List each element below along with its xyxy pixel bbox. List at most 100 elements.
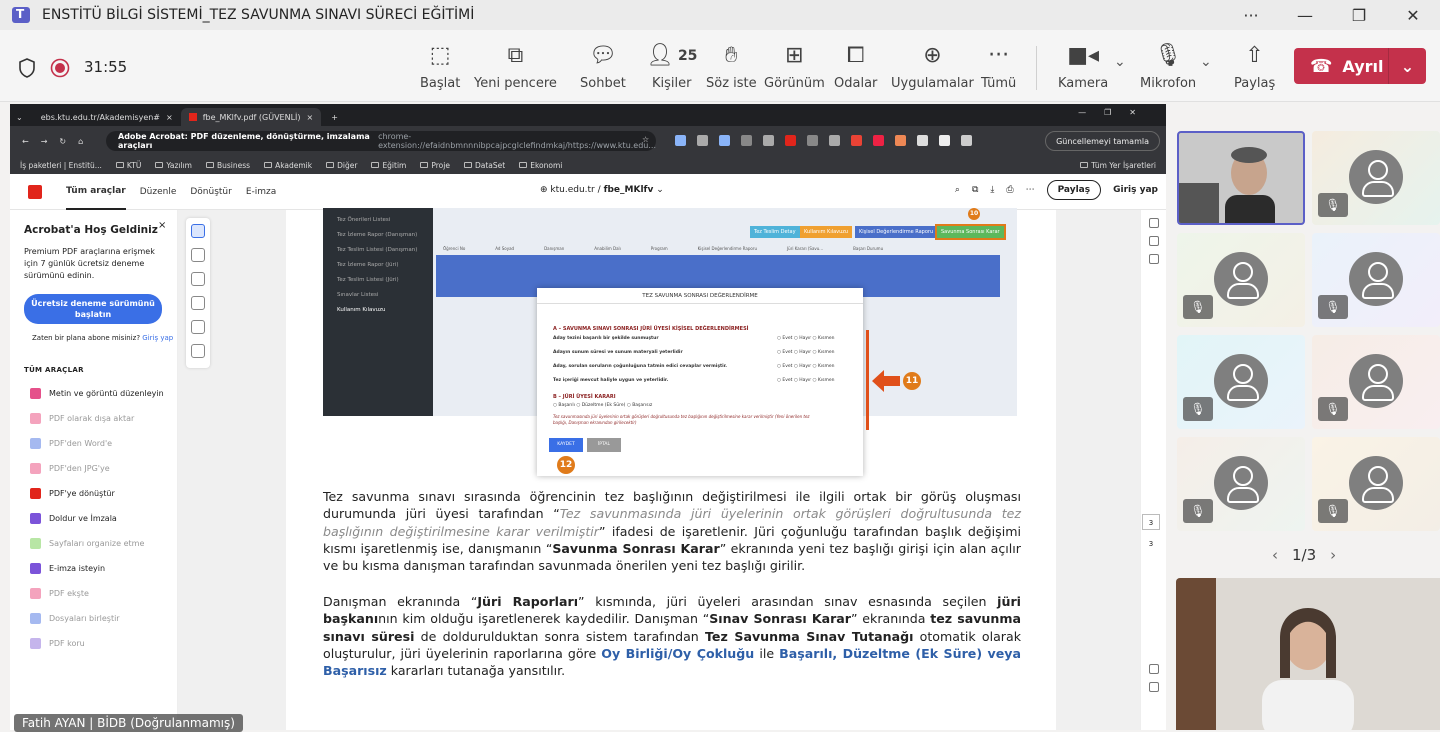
share-button[interactable]: ⇧ Paylaş <box>1234 42 1275 91</box>
download-icon[interactable]: ⤓ <box>990 185 994 195</box>
tool-compress-pdf[interactable]: PDF ekşte <box>30 588 89 599</box>
tab-esign[interactable]: E-imza <box>246 174 276 210</box>
sign-in-link[interactable]: Giriş yap <box>1113 185 1158 195</box>
extension-icons[interactable] <box>675 135 972 146</box>
tool-edit-text[interactable]: Metin ve görüntü düzenleyin <box>30 388 164 399</box>
close-button[interactable]: ✕ <box>1386 0 1440 30</box>
leave-options-chevron-icon[interactable]: ⌄ <box>1388 48 1426 84</box>
omnibox[interactable]: Adobe Acrobat: PDF düzenleme, dönüştürme… <box>106 131 656 151</box>
zoom-out-icon[interactable] <box>1148 682 1159 692</box>
more-button[interactable]: ··· Tümü <box>981 42 1016 91</box>
bookmark-star-icon[interactable]: ☆ <box>642 135 649 144</box>
bookmark-folder[interactable]: Proje <box>420 161 450 170</box>
bookmark-folder[interactable]: DataSet <box>463 161 505 170</box>
tool-pdf-to-jpg[interactable]: PDF'den JPG'ye <box>30 463 110 474</box>
tool-combine-files[interactable]: Dosyaları birleştir <box>30 613 120 624</box>
tool-pdf-to-word[interactable]: PDF'den Word'e <box>30 438 112 449</box>
browser-tab-ebs[interactable]: ebs.ktu.edu.tr/Akademisyen# × <box>33 108 181 126</box>
apps-button[interactable]: ⊕ Uygulamalar <box>891 42 974 91</box>
bookmark-folder[interactable]: Yazılım <box>155 161 192 170</box>
tool-organize-pages[interactable]: Sayfaları organize etme <box>30 538 144 549</box>
close-icon[interactable]: × <box>158 220 166 231</box>
video-tile-active-speaker[interactable] <box>1177 131 1305 225</box>
text-tool-icon[interactable] <box>191 320 205 334</box>
video-tile[interactable]: 🎙 <box>1177 437 1305 531</box>
mic-button[interactable]: 🎙︎ Mikrofon <box>1140 42 1196 91</box>
browser-tab-pdf[interactable]: fbe_MKlfv.pdf (GÜVENLİ) × <box>180 108 322 126</box>
tab-edit[interactable]: Düzenle <box>140 174 177 210</box>
tab-menu-icon[interactable]: ⌄ <box>16 113 23 122</box>
tab-all-tools[interactable]: Tüm araçlar <box>66 174 126 210</box>
cursor-tool-icon[interactable] <box>191 224 205 238</box>
bookmark-folder[interactable]: Ekonomi <box>519 161 562 170</box>
prev-page-icon[interactable]: ‹ <box>1272 546 1278 564</box>
sidebar-sign-in-link[interactable]: Giriş yap <box>142 334 173 342</box>
page-total: 3 <box>1148 540 1154 548</box>
tool-request-esign[interactable]: E-imza isteyin <box>30 563 105 574</box>
new-tab-button[interactable]: + <box>331 113 338 122</box>
comment-tool-icon[interactable] <box>191 296 205 310</box>
all-bookmarks[interactable]: Tüm Yer İşaretleri <box>1080 161 1156 170</box>
camera-options-chevron-icon[interactable]: ⌄ <box>1114 54 1126 70</box>
camera-button[interactable]: ■◂ Kamera <box>1058 42 1108 91</box>
search-icon[interactable]: ⌕ <box>955 185 960 195</box>
video-tile[interactable]: 🎙 <box>1177 335 1305 429</box>
minimize-button[interactable]: — <box>1278 0 1332 30</box>
embedded-btn: Kişisel Değerlendirme Raporu <box>855 226 938 238</box>
bookmark-item[interactable]: İş paketleri | Enstitü... <box>20 161 102 170</box>
tab-convert[interactable]: Dönüştür <box>190 174 231 210</box>
more-icon[interactable]: ⋯ <box>1026 185 1035 195</box>
pages-icon[interactable]: ⧉ <box>972 185 978 195</box>
raise-hand-button[interactable]: ✋︎ Söz iste <box>706 42 757 91</box>
tool-convert-to-pdf[interactable]: PDF'ye dönüştür <box>30 488 115 499</box>
tool-fill-sign[interactable]: Doldur ve İmzala <box>30 513 117 524</box>
video-tile[interactable]: 🎙 <box>1312 335 1440 429</box>
zoom-tool-icon[interactable] <box>191 248 205 262</box>
tab-close-icon[interactable]: × <box>307 113 314 122</box>
mic-options-chevron-icon[interactable]: ⌄ <box>1200 54 1212 70</box>
chevron-down-icon[interactable]: ⌄ <box>656 185 664 195</box>
video-tile[interactable]: 🎙 <box>1312 233 1440 327</box>
tool-protect-pdf[interactable]: PDF koru <box>30 638 85 649</box>
update-button[interactable]: Güncellemeyi tamamla <box>1045 131 1160 151</box>
pen-tool-icon[interactable] <box>191 272 205 286</box>
bookmark-folder[interactable]: Akademik <box>264 161 312 170</box>
acrobat-share-button[interactable]: Paylaş <box>1046 180 1102 200</box>
start-button[interactable]: ⬚ Başlat <box>420 42 460 91</box>
more-options-icon[interactable]: ··· <box>1224 0 1278 30</box>
video-tile[interactable]: 🎙 <box>1312 131 1440 225</box>
new-window-button[interactable]: ⧉ Yeni pencere <box>474 42 557 91</box>
embedded-nav: Tez Önerileri Listesi Tez İzleme Rapor (D… <box>323 208 433 416</box>
thumbnails-icon[interactable] <box>1148 236 1159 246</box>
lock-icon[interactable] <box>1148 254 1159 264</box>
tab-close-icon[interactable]: × <box>166 113 173 122</box>
self-view-video[interactable] <box>1176 578 1440 730</box>
people-button[interactable]: 👤︎ 25 Kişiler <box>646 42 697 91</box>
restore-button[interactable]: ❐ <box>1332 0 1386 30</box>
print-icon[interactable]: ⎙ <box>1006 185 1013 195</box>
esign-icon <box>30 563 41 574</box>
next-page-icon[interactable]: › <box>1330 546 1336 564</box>
start-trial-button[interactable]: Ücretsiz deneme sürümünü başlatın <box>24 294 162 324</box>
zoom-in-icon[interactable] <box>1148 664 1159 674</box>
view-button[interactable]: ⊞ Görünüm <box>764 42 825 91</box>
tool-export-pdf[interactable]: PDF olarak dışa aktar <box>30 413 134 424</box>
browser-window-controls[interactable]: —❐✕ <box>1078 108 1154 117</box>
stamp-tool-icon[interactable] <box>191 344 205 358</box>
ai-assistant-icon[interactable] <box>1148 218 1159 228</box>
shield-icon[interactable] <box>18 58 36 78</box>
video-tile[interactable]: 🎙 <box>1312 437 1440 531</box>
page-number-input[interactable]: 3 <box>1142 514 1160 530</box>
bookmark-folder[interactable]: Eğitim <box>371 161 406 170</box>
chat-button[interactable]: 💬︎ Sohbet <box>580 42 626 91</box>
nav-buttons[interactable]: ←→↻⌂ <box>22 137 95 146</box>
rooms-button[interactable]: ⧠ Odalar <box>834 42 877 91</box>
pdf-icon <box>30 488 41 499</box>
bookmark-folder[interactable]: KTÜ <box>115 161 141 170</box>
video-tile[interactable]: 🎙 <box>1177 233 1305 327</box>
mic-muted-icon: 🎙 <box>1183 499 1213 523</box>
leave-button[interactable]: ☎︎ Ayrıl ⌄ <box>1294 48 1426 84</box>
bookmark-folder[interactable]: Business <box>205 161 250 170</box>
gallery-page-indicator: 1/3 <box>1292 546 1317 564</box>
bookmark-folder[interactable]: Diğer <box>326 161 357 170</box>
